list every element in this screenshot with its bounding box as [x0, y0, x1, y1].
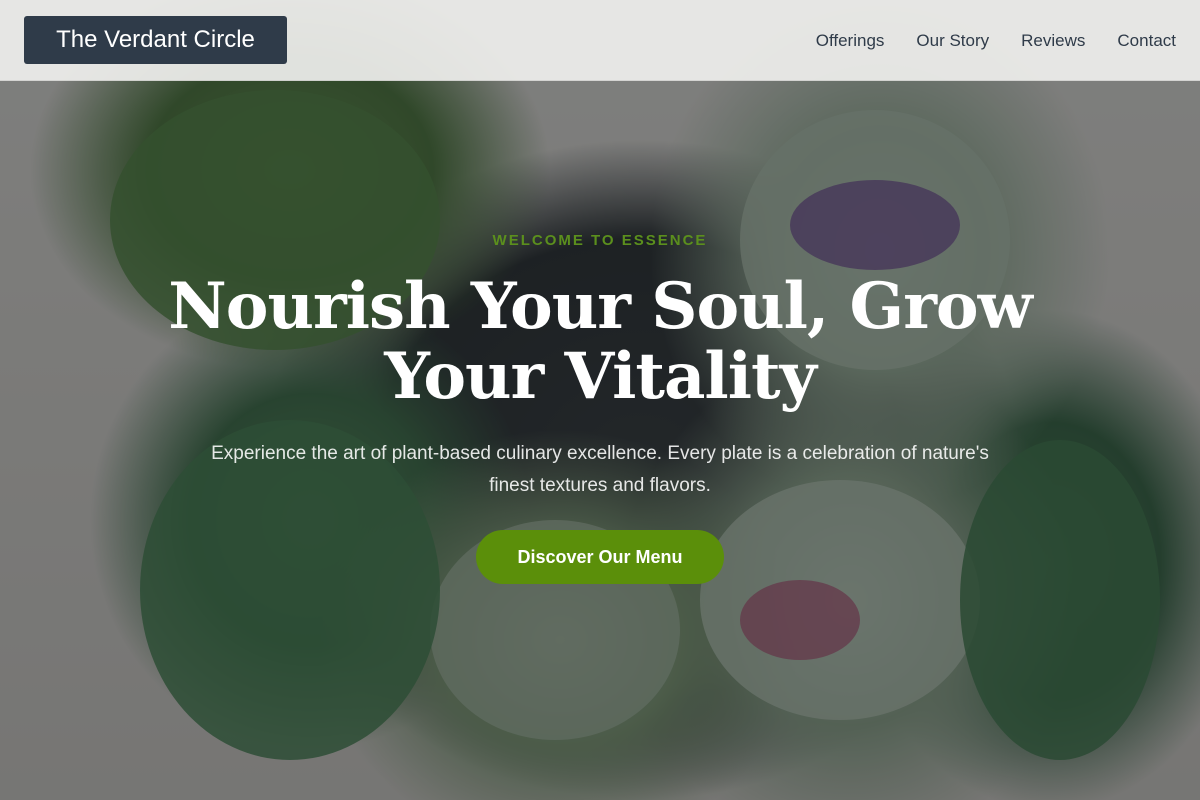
hero-section: WELCOME TO ESSENCE Nourish Your Soul, Gr… [0, 226, 1200, 584]
brand-logo[interactable]: The Verdant Circle [24, 16, 287, 64]
discover-menu-button[interactable]: Discover Our Menu [476, 530, 724, 584]
main-nav: Offerings Our Story Reviews Contact [816, 0, 1176, 81]
nav-our-story[interactable]: Our Story [916, 31, 989, 51]
site-header: The Verdant Circle Offerings Our Story R… [0, 0, 1200, 81]
nav-reviews[interactable]: Reviews [1021, 31, 1085, 51]
nav-contact[interactable]: Contact [1117, 31, 1176, 51]
hero-subhead: Experience the art of plant-based culina… [211, 443, 989, 496]
hero-headline: Nourish Your Soul, Grow Your Vitality [168, 269, 1032, 414]
hero-eyebrow: WELCOME TO ESSENCE [492, 232, 708, 249]
nav-offerings[interactable]: Offerings [816, 31, 885, 51]
